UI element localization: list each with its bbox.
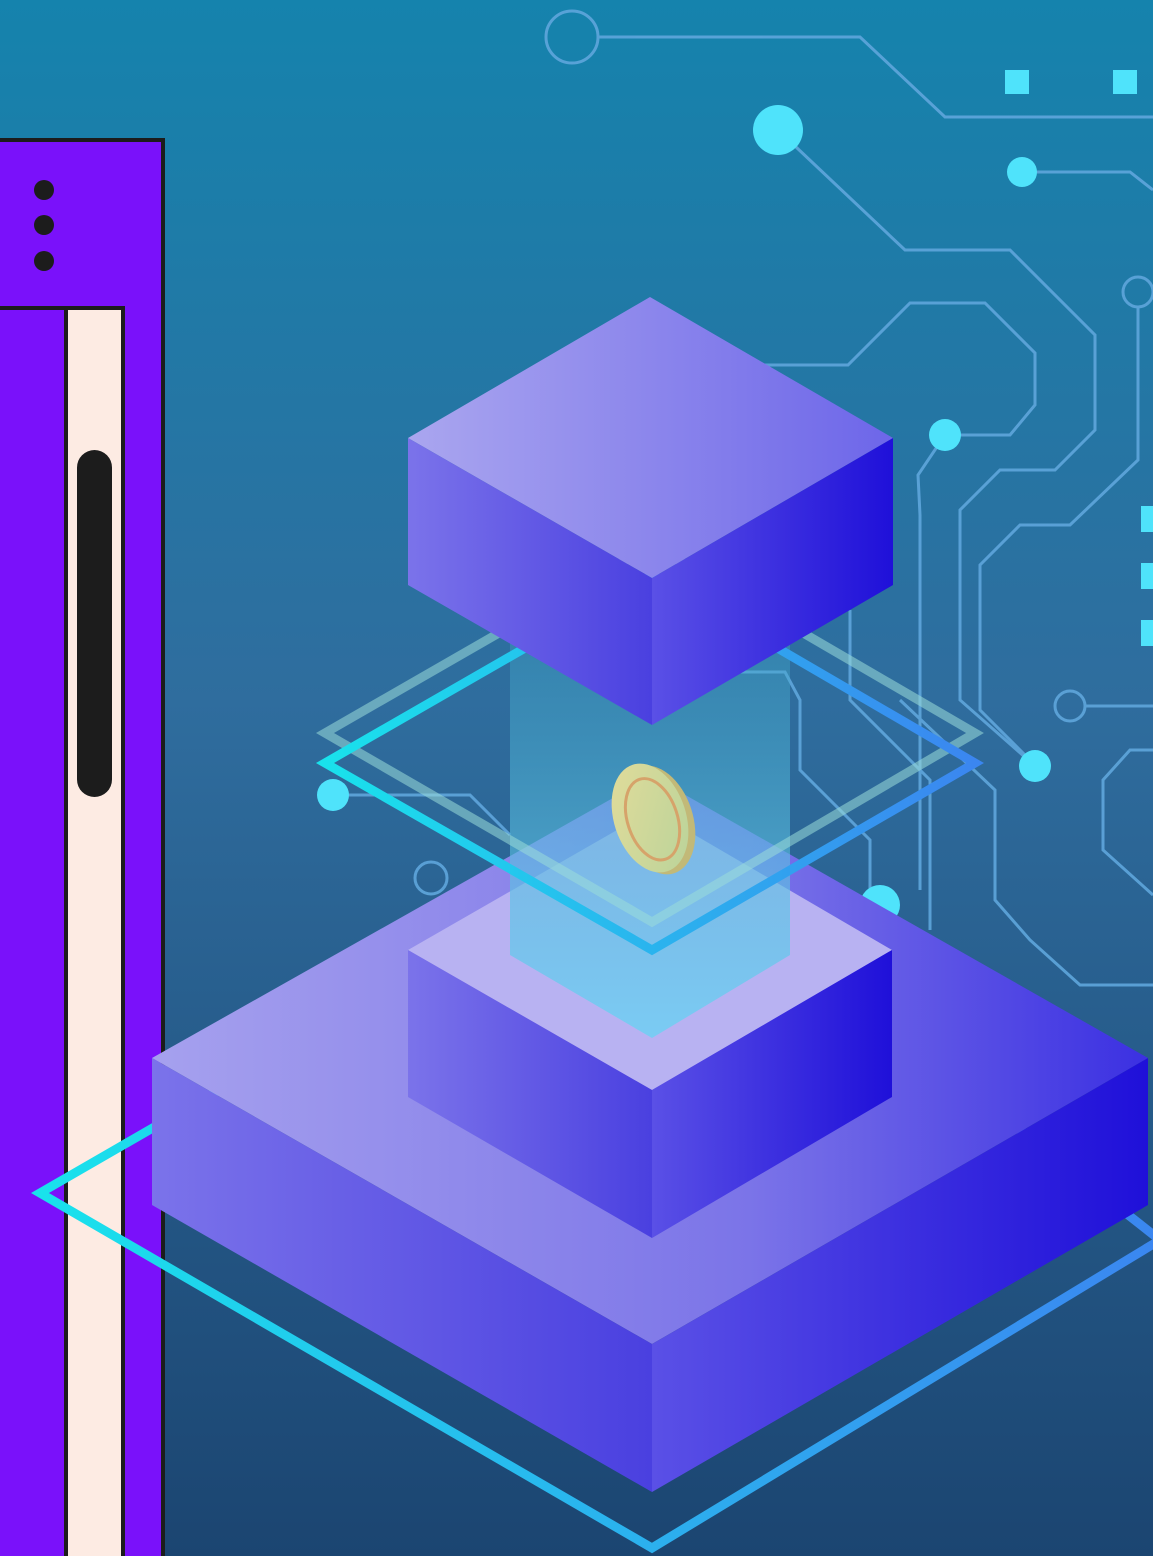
panel-scrollbar-thumb[interactable] xyxy=(77,450,112,797)
kebab-menu-icon[interactable] xyxy=(34,180,54,271)
blockchain-illustration xyxy=(0,0,1153,1556)
app-window-panel xyxy=(0,138,165,1556)
